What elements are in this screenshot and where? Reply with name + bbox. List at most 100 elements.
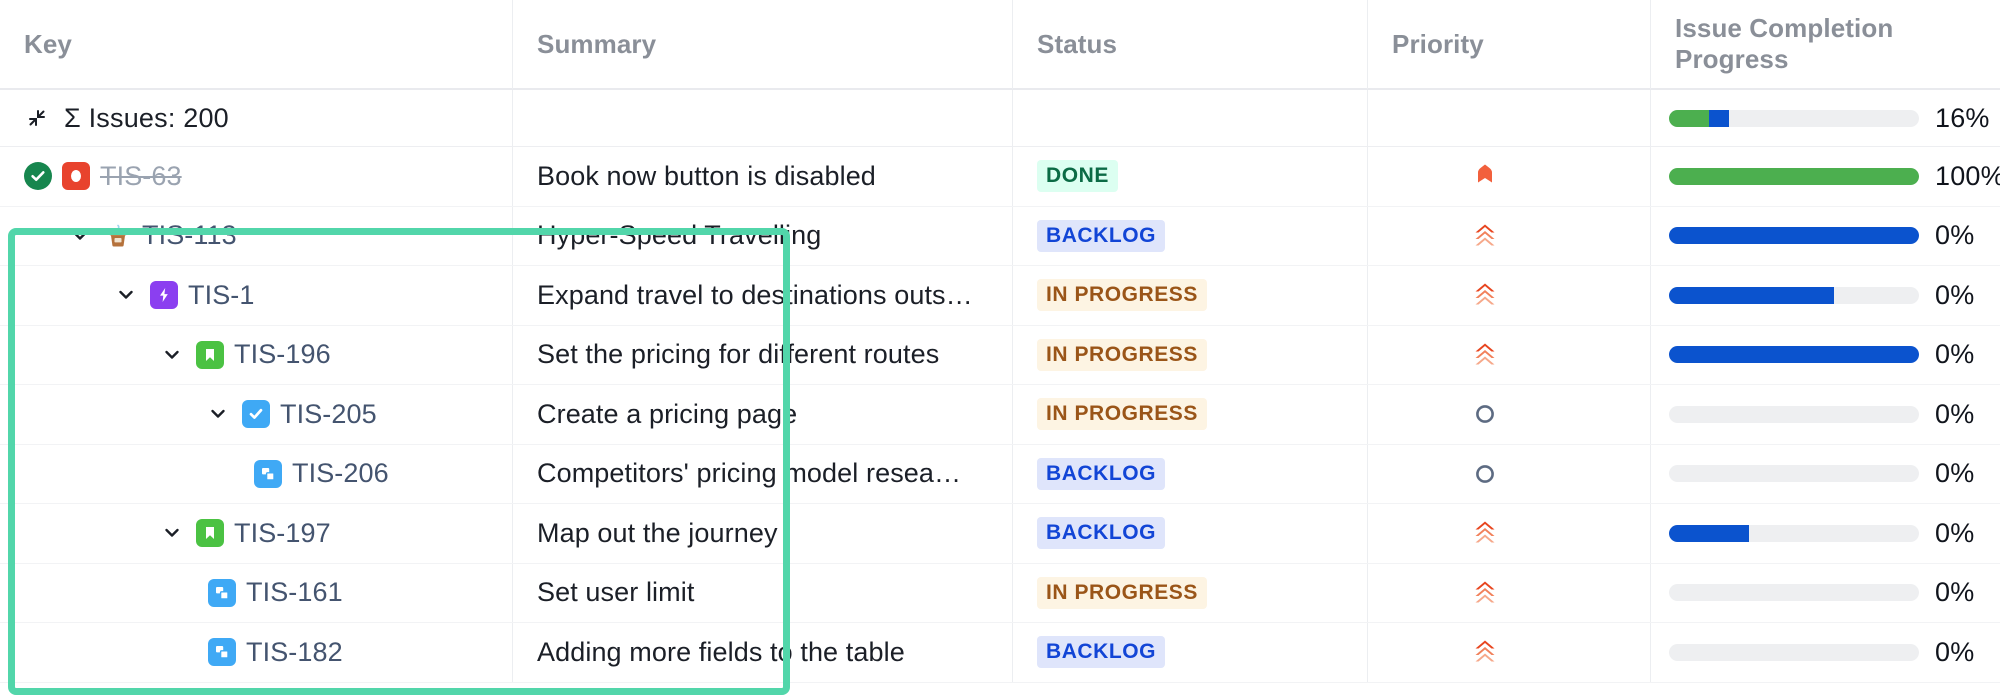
row-summary-cell[interactable]: Adding more fields to the table — [512, 623, 1012, 682]
row-priority-cell[interactable] — [1367, 266, 1650, 325]
progress-segment-blue — [1669, 227, 1919, 244]
bug-icon — [62, 162, 90, 190]
table-row[interactable]: TIS-161 Set user limit IN PROGRESS 0% — [0, 564, 2000, 624]
priority-none-icon — [1468, 457, 1502, 491]
row-status-cell[interactable]: DONE — [1012, 147, 1367, 206]
row-key-cell[interactable]: TIS-206 — [0, 445, 512, 504]
issue-key-link[interactable]: TIS-182 — [246, 637, 343, 668]
issue-key-link[interactable]: TIS-205 — [280, 399, 377, 430]
row-key-cell[interactable]: TIS-161 — [0, 564, 512, 623]
row-priority-cell[interactable] — [1367, 147, 1650, 206]
row-summary-cell[interactable]: Map out the journey — [512, 504, 1012, 563]
table-row[interactable]: TIS-182 Adding more fields to the table … — [0, 623, 2000, 683]
row-key-cell[interactable]: TIS-205 — [0, 385, 512, 444]
collapse-rows-icon[interactable] — [26, 107, 48, 129]
row-status-cell[interactable]: BACKLOG — [1012, 504, 1367, 563]
row-priority-cell[interactable] — [1367, 445, 1650, 504]
status-badge[interactable]: IN PROGRESS — [1037, 339, 1207, 371]
column-header-priority-label: Priority — [1392, 29, 1484, 60]
story-icon — [196, 341, 224, 369]
issue-summary-text: Set user limit — [537, 577, 694, 608]
status-badge[interactable]: BACKLOG — [1037, 636, 1165, 668]
row-progress-cell: 0% — [1650, 385, 2000, 444]
column-header-key[interactable]: Key — [0, 0, 512, 89]
issue-key-link[interactable]: TIS-63 — [100, 161, 182, 192]
row-priority-cell[interactable] — [1367, 385, 1650, 444]
table-row[interactable]: TIS-206 Competitors' pricing model resea… — [0, 445, 2000, 505]
row-key-cell[interactable]: TIS-182 — [0, 623, 512, 682]
progress-segment-blue — [1669, 525, 1749, 542]
status-badge[interactable]: BACKLOG — [1037, 517, 1165, 549]
status-badge[interactable]: BACKLOG — [1037, 458, 1165, 490]
subtask-icon — [254, 460, 282, 488]
progress-percent-label: 0% — [1935, 399, 1974, 430]
issue-key-link[interactable]: TIS-206 — [292, 458, 389, 489]
progress-percent-label: 100% — [1935, 161, 2000, 192]
issue-key-link[interactable]: TIS-196 — [234, 339, 331, 370]
column-header-priority[interactable]: Priority — [1367, 0, 1650, 89]
table-row[interactable]: TIS-1 Expand travel to destinations outs… — [0, 266, 2000, 326]
row-status-cell[interactable]: IN PROGRESS — [1012, 385, 1367, 444]
status-badge[interactable]: DONE — [1037, 160, 1118, 192]
row-priority-cell[interactable] — [1367, 326, 1650, 385]
progress-bar — [1669, 406, 1919, 423]
expand-chevron-down-icon[interactable] — [70, 226, 90, 246]
expand-chevron-down-icon[interactable] — [116, 285, 136, 305]
progress-bar — [1669, 644, 1919, 661]
status-badge[interactable]: IN PROGRESS — [1037, 398, 1207, 430]
row-priority-cell[interactable] — [1367, 623, 1650, 682]
row-key-cell[interactable]: TIS-1 — [0, 266, 512, 325]
row-key-cell[interactable]: TIS-197 — [0, 504, 512, 563]
row-status-cell[interactable]: IN PROGRESS — [1012, 564, 1367, 623]
row-status-cell[interactable]: IN PROGRESS — [1012, 326, 1367, 385]
row-summary-cell[interactable]: Book now button is disabled — [512, 147, 1012, 206]
row-summary-cell[interactable]: Set user limit — [512, 564, 1012, 623]
column-header-key-label: Key — [24, 29, 72, 60]
issue-key-link[interactable]: TIS-161 — [246, 577, 343, 608]
issue-summary-text: Book now button is disabled — [537, 161, 876, 192]
row-key-cell[interactable]: TIS-63 — [0, 147, 512, 206]
row-priority-cell[interactable] — [1367, 564, 1650, 623]
row-status-cell[interactable]: IN PROGRESS — [1012, 266, 1367, 325]
summary-progress-cell: 16% — [1650, 90, 2000, 146]
row-priority-cell[interactable] — [1367, 207, 1650, 266]
status-badge[interactable]: BACKLOG — [1037, 220, 1165, 252]
status-badge[interactable]: IN PROGRESS — [1037, 577, 1207, 609]
row-progress-cell: 0% — [1650, 207, 2000, 266]
row-status-cell[interactable]: BACKLOG — [1012, 623, 1367, 682]
progress-bar — [1669, 346, 1919, 363]
row-priority-cell[interactable] — [1367, 504, 1650, 563]
issue-key-link[interactable]: TIS-113 — [142, 220, 237, 251]
progress-bar — [1669, 227, 1919, 244]
row-summary-cell[interactable]: Competitors' pricing model resea… — [512, 445, 1012, 504]
table-row[interactable]: TIS-197 Map out the journey BACKLOG 0% — [0, 504, 2000, 564]
table-row[interactable]: TIS-205 Create a pricing page IN PROGRES… — [0, 385, 2000, 445]
row-summary-cell[interactable]: Create a pricing page — [512, 385, 1012, 444]
issue-key-link[interactable]: TIS-197 — [234, 518, 331, 549]
priority-highest-icon — [1468, 159, 1502, 193]
row-status-cell[interactable]: BACKLOG — [1012, 207, 1367, 266]
table-row[interactable]: TIS-63 Book now button is disabled DONE … — [0, 147, 2000, 207]
table-row[interactable]: TIS-113 Hyper-Speed Travelling BACKLOG 0… — [0, 207, 2000, 267]
row-summary-cell[interactable]: Hyper-Speed Travelling — [512, 207, 1012, 266]
issue-key-link[interactable]: TIS-1 — [188, 280, 255, 311]
column-header-status-label: Status — [1037, 29, 1117, 60]
column-header-status[interactable]: Status — [1012, 0, 1367, 89]
epic-icon — [150, 281, 178, 309]
table-row[interactable]: TIS-196 Set the pricing for different ro… — [0, 326, 2000, 386]
row-key-cell[interactable]: TIS-113 — [0, 207, 512, 266]
priority-high-icon — [1468, 219, 1502, 253]
row-key-cell[interactable]: TIS-196 — [0, 326, 512, 385]
status-badge[interactable]: IN PROGRESS — [1037, 279, 1207, 311]
expand-chevron-down-icon[interactable] — [208, 404, 228, 424]
column-header-progress-label: Issue Completion Progress — [1675, 13, 2000, 75]
row-status-cell[interactable]: BACKLOG — [1012, 445, 1367, 504]
priority-high-icon — [1468, 278, 1502, 312]
column-header-summary[interactable]: Summary — [512, 0, 1012, 89]
row-summary-cell[interactable]: Set the pricing for different routes — [512, 326, 1012, 385]
row-summary-cell[interactable]: Expand travel to destinations outs… — [512, 266, 1012, 325]
progress-segment-green — [1669, 110, 1709, 127]
column-header-issue-completion-progress[interactable]: Issue Completion Progress — [1650, 0, 2000, 89]
expand-chevron-down-icon[interactable] — [162, 523, 182, 543]
expand-chevron-down-icon[interactable] — [162, 345, 182, 365]
